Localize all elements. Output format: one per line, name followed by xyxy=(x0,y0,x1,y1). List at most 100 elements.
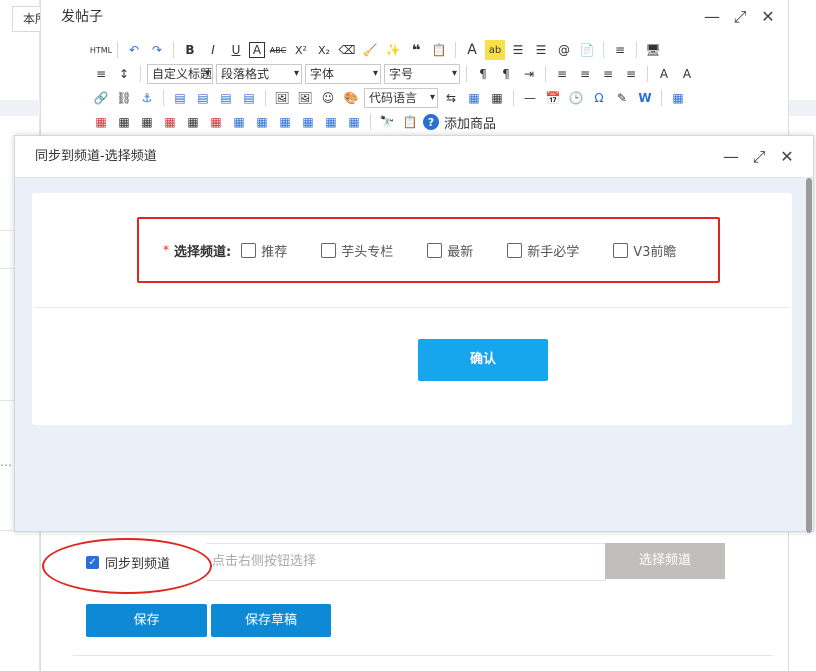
page-break-icon[interactable]: ⇆ xyxy=(441,88,461,108)
image-center-icon[interactable]: ▤ xyxy=(239,88,259,108)
font-family-select[interactable]: 字体 xyxy=(305,64,381,84)
choose-channel-button[interactable]: 选择频道 xyxy=(605,543,725,579)
word-import-icon[interactable]: W xyxy=(635,88,655,108)
magic-wand-icon[interactable]: ✨ xyxy=(383,40,403,60)
link-icon[interactable]: 🔗 xyxy=(91,88,111,108)
insert-col-icon[interactable]: ▦ xyxy=(183,112,203,132)
merge-down-icon[interactable]: ▦ xyxy=(275,112,295,132)
channel-option-v3-preview[interactable]: V3前瞻 xyxy=(613,241,676,260)
paragraph-format-select[interactable]: 段落格式 xyxy=(216,64,302,84)
background-icon[interactable]: ▦ xyxy=(487,88,507,108)
toolbar-row-1: HTML ↶ ↷ B I U A ABC X² X₂ ⌫ 🧹 ✨ ❝ 📋 A a… xyxy=(90,38,791,62)
superscript-icon[interactable]: X² xyxy=(291,40,311,60)
insert-paragraph-before-table-icon[interactable]: ▦ xyxy=(114,112,134,132)
unlink-icon[interactable]: ⛓ xyxy=(114,88,134,108)
horizontal-rule-icon[interactable]: — xyxy=(520,88,540,108)
maximize-icon[interactable]: ⤢ xyxy=(751,147,767,166)
font-size-select[interactable]: 字号 xyxy=(384,64,460,84)
split-cols-icon[interactable]: ▦ xyxy=(344,112,364,132)
image-left-icon[interactable]: ▤ xyxy=(193,88,213,108)
emoji-icon[interactable]: ☺ xyxy=(318,88,338,108)
special-char-icon[interactable]: Ω xyxy=(589,88,609,108)
insert-table-icon[interactable]: ▦ xyxy=(668,88,688,108)
html-source-icon[interactable]: HTML xyxy=(90,40,112,60)
custom-title-select[interactable]: 自定义标题 xyxy=(147,64,213,84)
indent-icon[interactable]: ⇥ xyxy=(519,64,539,84)
image-none-icon[interactable]: ▤ xyxy=(170,88,190,108)
row-spacing-icon[interactable]: ↕ xyxy=(114,64,134,84)
align-right-icon[interactable]: ≡ xyxy=(598,64,618,84)
checkbox[interactable] xyxy=(613,242,629,258)
undo-icon[interactable]: ↶ xyxy=(124,40,144,60)
channel-option-latest[interactable]: 最新 xyxy=(427,241,473,260)
date-icon[interactable]: 📅 xyxy=(543,88,563,108)
delete-table-icon[interactable]: ▦ xyxy=(91,112,111,132)
bold-icon[interactable]: B xyxy=(180,40,200,60)
align-justify-icon[interactable]: ≡ xyxy=(621,64,641,84)
checkbox[interactable] xyxy=(241,242,257,258)
channel-option-recommend[interactable]: 推荐 xyxy=(241,241,287,260)
dialog-scrollbar[interactable] xyxy=(806,178,812,533)
save-draft-button[interactable]: 保存草稿 xyxy=(211,604,331,637)
align-left-icon[interactable]: ≡ xyxy=(552,64,572,84)
add-product-button[interactable]: 添加商品 xyxy=(442,113,496,132)
document-icon[interactable]: 📄 xyxy=(577,40,597,60)
scrawl-icon[interactable]: 🎨 xyxy=(341,88,361,108)
rtl-icon[interactable]: ¶ xyxy=(496,64,516,84)
checkbox[interactable] xyxy=(427,242,443,258)
minimize-icon[interactable]: — xyxy=(704,7,720,26)
font-color-icon[interactable]: A xyxy=(462,40,482,60)
save-button[interactable]: 保存 xyxy=(86,604,207,637)
anchor-icon[interactable]: ⚓ xyxy=(137,88,157,108)
minimize-icon[interactable]: — xyxy=(723,147,739,166)
insert-image-icon[interactable]: 🖼 xyxy=(272,88,292,108)
insert-row-icon[interactable]: ▦ xyxy=(137,112,157,132)
redo-icon[interactable]: ↷ xyxy=(147,40,167,60)
line-height-icon[interactable]: ≡ xyxy=(610,40,630,60)
uppercase-icon[interactable]: A xyxy=(654,64,674,84)
channel-option-yutou-column[interactable]: 芋头专栏 xyxy=(321,241,393,260)
multi-image-icon[interactable]: 🖼 xyxy=(295,88,315,108)
channel-option-beginner[interactable]: 新手必学 xyxy=(507,241,579,260)
split-rows-icon[interactable]: ▦ xyxy=(321,112,341,132)
time-icon[interactable]: 🕒 xyxy=(566,88,586,108)
image-right-icon[interactable]: ▤ xyxy=(216,88,236,108)
delete-col-icon[interactable]: ▦ xyxy=(206,112,226,132)
channel-selection-input[interactable]: 点击右侧按钮选择 xyxy=(206,543,606,581)
checkbox[interactable] xyxy=(321,242,337,258)
ordered-list-icon[interactable]: ☰ xyxy=(508,40,528,60)
code-language-select[interactable]: 代码语言 xyxy=(364,88,438,108)
subscript-icon[interactable]: X₂ xyxy=(314,40,334,60)
unordered-list-icon[interactable]: ☰ xyxy=(531,40,551,60)
close-icon[interactable]: ✕ xyxy=(760,7,776,26)
italic-icon[interactable]: I xyxy=(203,40,223,60)
eraser-icon[interactable]: ⌫ xyxy=(337,40,357,60)
merge-cells-icon[interactable]: ▦ xyxy=(229,112,249,132)
lowercase-icon[interactable]: A xyxy=(677,64,697,84)
paragraph-spacing-icon[interactable]: ≡ xyxy=(91,64,111,84)
template-icon[interactable]: ▦ xyxy=(464,88,484,108)
confirm-button[interactable]: 确认 xyxy=(418,339,548,381)
paste-plain-icon[interactable]: 📋 xyxy=(429,40,449,60)
underline-icon[interactable]: U xyxy=(226,40,246,60)
drafts-icon[interactable]: 📋 xyxy=(400,112,420,132)
edit-icon[interactable]: ✎ xyxy=(612,88,632,108)
preview-icon[interactable]: 🖥 xyxy=(643,40,663,60)
checkbox[interactable] xyxy=(507,242,523,258)
help-icon[interactable]: ? xyxy=(423,114,439,130)
maximize-icon[interactable]: ⤢ xyxy=(732,7,748,26)
strikethrough-icon[interactable]: ABC xyxy=(268,40,288,60)
align-center-icon[interactable]: ≡ xyxy=(575,64,595,84)
scrollbar-thumb[interactable] xyxy=(806,178,812,533)
format-brush-icon[interactable]: 🧹 xyxy=(360,40,380,60)
merge-right-icon[interactable]: ▦ xyxy=(252,112,272,132)
search-replace-icon[interactable]: 🔭 xyxy=(377,112,397,132)
split-cells-icon[interactable]: ▦ xyxy=(298,112,318,132)
ltr-icon[interactable]: ¶ xyxy=(473,64,493,84)
blockquote-icon[interactable]: ❝ xyxy=(406,40,426,60)
highlight-color-icon[interactable]: ab xyxy=(485,40,505,60)
at-mention-icon[interactable]: @ xyxy=(554,40,574,60)
font-border-icon[interactable]: A xyxy=(249,42,265,58)
close-icon[interactable]: ✕ xyxy=(779,147,795,166)
delete-row-icon[interactable]: ▦ xyxy=(160,112,180,132)
